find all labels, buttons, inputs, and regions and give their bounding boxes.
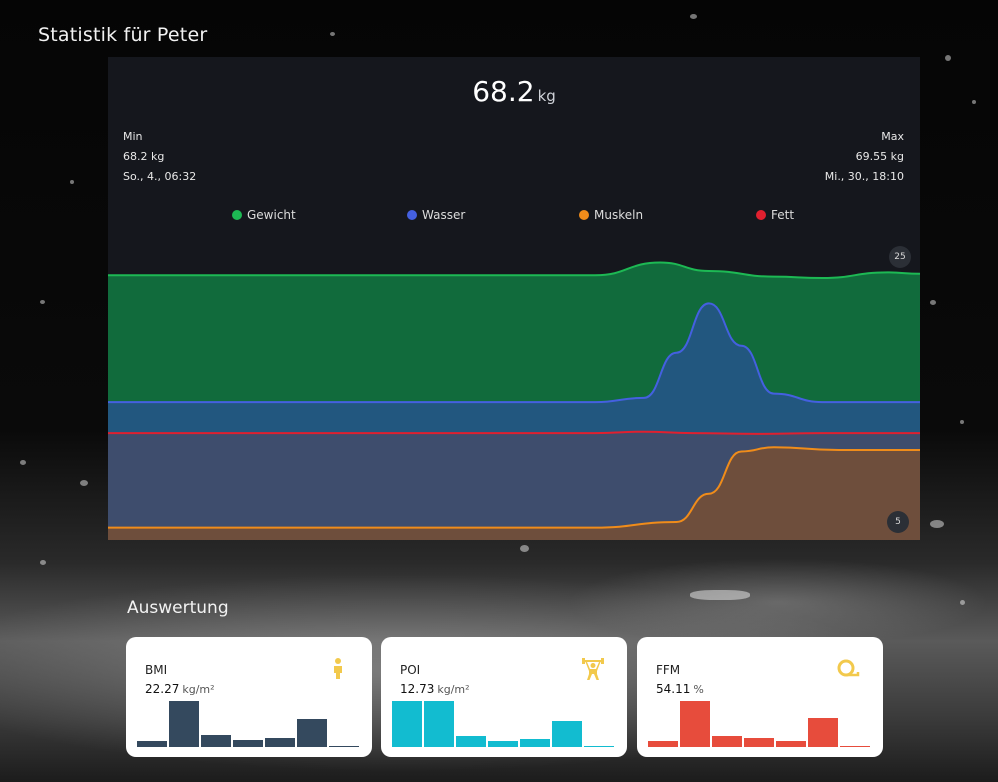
histogram-bar [840,746,870,747]
histogram-bar [297,719,327,747]
histogram-bar [776,741,806,747]
weight-chart-card: 68.2 kg Min 68.2 kg So., 4., 06:32 Max 69… [108,57,920,540]
ffm-label: FFM [656,663,681,677]
histogram-bar [712,735,742,747]
legend-item-fett[interactable]: Fett [756,208,794,222]
legend-label-gewicht: Gewicht [247,208,296,222]
histogram-bar [424,701,454,747]
line-gewicht [108,261,920,280]
ffm-value-line: 54.11% [656,682,704,696]
histogram-bar [201,735,231,747]
histogram-bar [488,741,518,747]
histogram-bar [265,738,295,747]
bmi-histogram [137,701,361,747]
area-plot [108,261,920,540]
axis-badge-top: 25 [889,246,911,268]
legend-dot-wasser [407,210,417,220]
bmi-unit: kg/m² [182,683,215,696]
histogram-bar [456,735,486,747]
ffm-histogram [648,701,872,747]
histogram-bar [169,701,199,747]
current-weight: 68.2 kg [108,75,920,108]
ffm-value: 54.11 [656,682,691,696]
poi-histogram [392,701,616,747]
current-weight-unit: kg [537,87,556,105]
histogram-bar [808,718,838,747]
bmi-card[interactable]: BMI 22.27 kg/m² [126,637,372,757]
min-block: Min 68.2 kg So., 4., 06:32 [123,127,196,187]
min-label: Min [123,130,143,143]
bmi-value: 22.27 [145,682,180,696]
histogram-bar [392,701,422,747]
legend-item-gewicht[interactable]: Gewicht [232,208,296,222]
legend-label-wasser: Wasser [422,208,466,222]
legend-label-fett: Fett [771,208,795,222]
histogram-bar [137,741,167,747]
axis-badge-bottom: 5 [887,511,909,533]
histogram-bar [648,741,678,747]
current-weight-value: 68.2 [472,75,535,108]
legend-item-wasser[interactable]: Wasser [407,208,465,222]
histogram-bar [329,746,359,747]
weightlifter-icon [582,658,604,680]
page-title: Statistik für Peter [38,24,208,46]
legend-dot-fett [756,210,766,220]
histogram-bar [233,740,263,747]
evaluation-title: Auswertung [127,598,229,618]
max-value: 69.55 kg [855,150,904,163]
poi-label: POI [400,663,421,677]
histogram-bar [584,746,614,747]
chart-legend: Gewicht Wasser Muskeln Fett [108,208,920,224]
poi-card[interactable]: POI 12.73 kg/m² [381,637,627,757]
ffm-unit: % [693,683,704,696]
poi-value: 12.73 [400,682,435,696]
max-block: Max 69.55 kg Mi., 30., 18:10 [825,127,904,187]
tape-measure-icon [837,659,860,677]
legend-item-muskeln[interactable]: Muskeln [579,208,643,222]
max-date: Mi., 30., 18:10 [824,170,904,183]
histogram-bar [680,701,710,747]
bmi-value-line: 22.27 kg/m² [145,682,215,696]
legend-dot-muskeln [579,210,589,220]
min-date: So., 4., 06:32 [123,170,197,183]
ffm-card[interactable]: FFM 54.11% [637,637,883,757]
poi-unit: kg/m² [437,683,470,696]
histogram-bar [552,721,582,747]
legend-dot-gewicht [232,210,242,220]
histogram-bar [520,739,550,747]
legend-label-muskeln: Muskeln [594,208,644,222]
person-icon [334,658,342,679]
histogram-bar [744,737,774,747]
poi-value-line: 12.73 kg/m² [400,682,470,696]
min-value: 68.2 kg [123,150,165,163]
bmi-label: BMI [145,663,168,677]
max-label: Max [881,130,904,143]
